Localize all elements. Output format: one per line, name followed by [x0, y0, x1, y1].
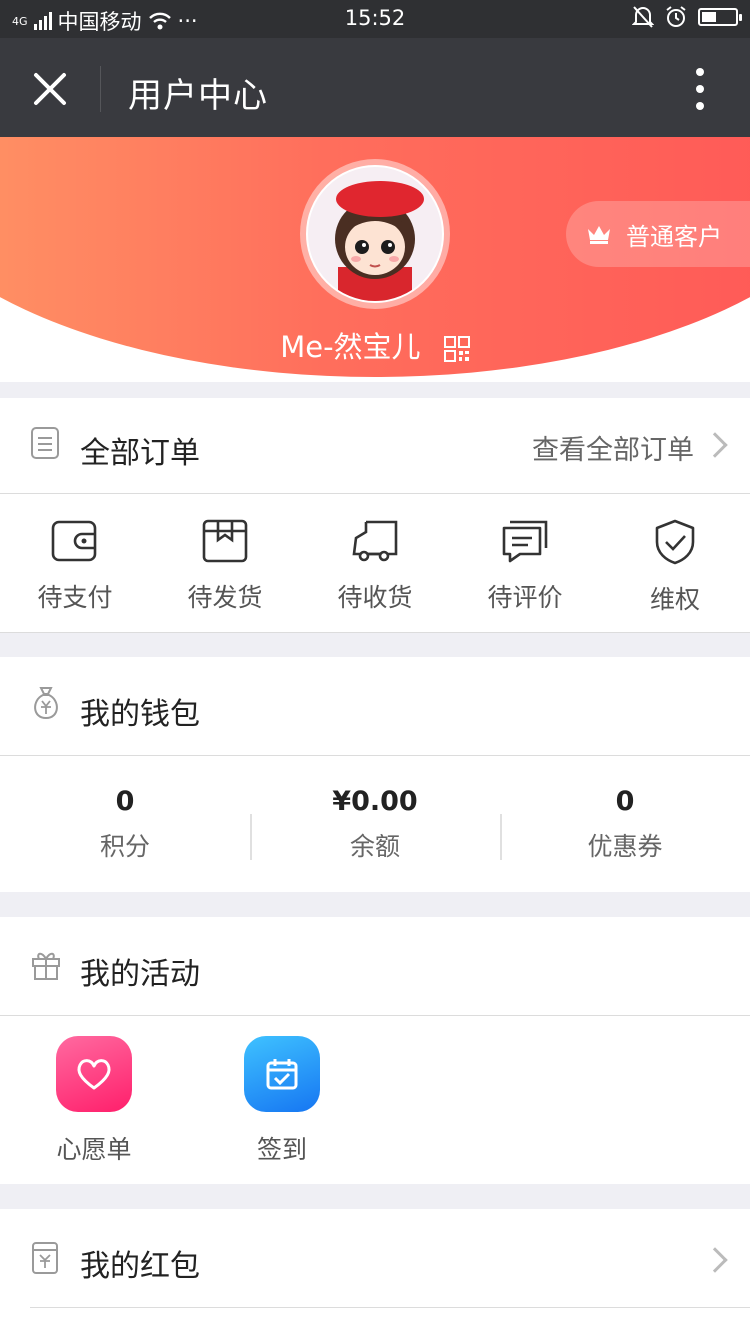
wallet-stats: 0 积分 ¥0.00 余额 0 优惠券 — [0, 756, 750, 892]
nav-divider — [100, 66, 101, 112]
all-orders-row[interactable]: 全部订单 查看全部订单 — [0, 398, 750, 493]
balance-value: ¥0.00 — [332, 785, 418, 817]
profile-header: 普通客户 Me-然宝儿 — [0, 137, 750, 382]
coupons-label: 优惠券 — [587, 831, 663, 861]
activities-row: 我的活动 — [0, 917, 750, 1015]
wishlist-tile — [56, 1036, 132, 1112]
status-bar: 4G 中国移动 ··· 15:52 — [0, 0, 750, 38]
order-item-label: 待发货 — [187, 583, 263, 612]
gift-icon — [32, 952, 60, 980]
balance-stat[interactable]: ¥0.00 余额 — [250, 756, 500, 892]
points-label: 积分 — [99, 831, 150, 861]
view-all-orders-link[interactable]: 查看全部订单 — [532, 428, 694, 467]
order-item-label: 待支付 — [37, 583, 113, 612]
order-status-grid: 待支付 待发货 待收货 待评价 维权 — [0, 494, 750, 632]
avatar[interactable] — [300, 159, 450, 309]
wishlist-label: 心愿单 — [56, 1135, 132, 1164]
activities-grid: 心愿单 签到 — [0, 1016, 750, 1184]
comment-icon — [502, 520, 548, 563]
order-pending-shipment[interactable]: 待发货 — [150, 494, 300, 632]
wallet-icon — [51, 520, 97, 562]
red-packet-title: 我的红包 — [80, 1249, 200, 1284]
checkin-item[interactable]: 签到 — [244, 1016, 320, 1184]
divider — [30, 1307, 750, 1308]
member-level-label: 普通客户 — [626, 222, 722, 251]
member-level-badge[interactable]: 普通客户 — [566, 201, 750, 267]
balance-label: 余额 — [349, 831, 400, 861]
order-pending-review[interactable]: 待评价 — [450, 494, 600, 632]
order-item-label: 待评价 — [487, 583, 563, 612]
red-packet-icon — [32, 1242, 58, 1274]
battery-icon — [698, 8, 742, 26]
truck-icon — [352, 520, 398, 562]
page-title: 用户中心 — [128, 76, 268, 116]
qrcode-icon[interactable] — [443, 336, 470, 362]
mute-bell-icon — [632, 6, 654, 28]
alarm-icon — [666, 6, 686, 27]
order-pending-receipt[interactable]: 待收货 — [300, 494, 450, 632]
checkin-label: 签到 — [256, 1135, 307, 1164]
box-icon — [202, 519, 248, 563]
heart-icon — [77, 1059, 111, 1090]
calendar-check-icon — [266, 1059, 298, 1090]
order-item-label: 维权 — [649, 585, 700, 614]
username: Me-然宝儿 — [280, 330, 421, 364]
money-bag-icon — [34, 687, 58, 720]
chevron-right-icon — [702, 1247, 728, 1273]
activities-title: 我的活动 — [80, 957, 200, 992]
order-pending-payment[interactable]: 待支付 — [0, 494, 150, 632]
order-list-icon — [31, 427, 59, 459]
order-after-sales[interactable]: 维权 — [600, 494, 750, 632]
points-value: 0 — [115, 785, 135, 817]
checkin-tile — [244, 1036, 320, 1112]
crown-icon — [588, 226, 610, 244]
coupons-value: 0 — [615, 785, 635, 817]
more-menu-icon[interactable] — [694, 68, 706, 110]
avatar-image — [308, 167, 442, 301]
username-row: Me-然宝儿 — [0, 324, 750, 366]
points-stat[interactable]: 0 积分 — [0, 756, 250, 892]
red-packet-row[interactable]: 我的红包 — [0, 1209, 750, 1333]
shield-icon — [655, 519, 695, 565]
wallet-title: 我的钱包 — [80, 697, 200, 732]
wallet-row[interactable]: 我的钱包 — [0, 657, 750, 755]
all-orders-label: 全部订单 — [80, 436, 200, 471]
coupons-stat[interactable]: 0 优惠券 — [500, 756, 750, 892]
chevron-right-icon — [702, 432, 728, 458]
wishlist-item[interactable]: 心愿单 — [56, 1016, 132, 1184]
nav-bar: 用户中心 — [0, 38, 750, 137]
divider — [0, 632, 750, 633]
order-item-label: 待收货 — [337, 583, 413, 612]
close-icon[interactable] — [26, 65, 74, 113]
